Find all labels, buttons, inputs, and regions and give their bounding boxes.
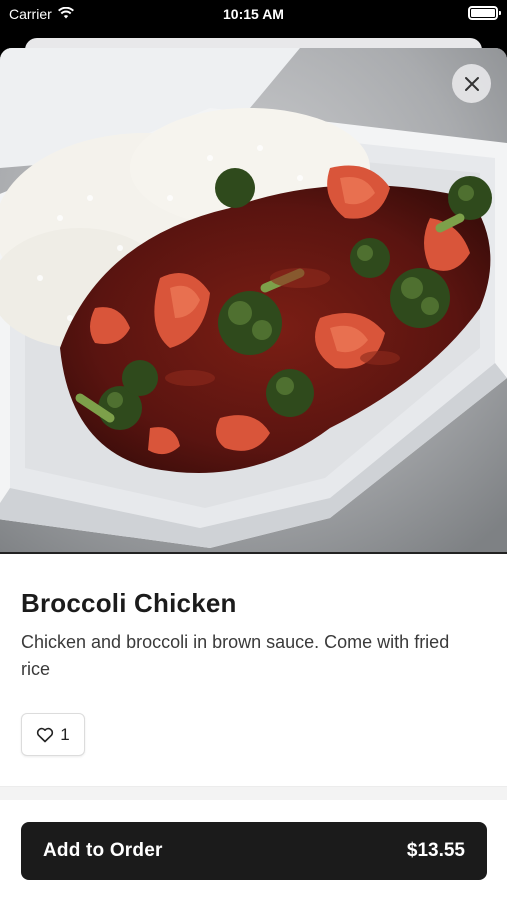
like-button[interactable]: 1 — [21, 713, 85, 756]
order-footer: Add to Order $13.55 — [0, 800, 507, 900]
close-button[interactable] — [452, 64, 491, 103]
item-image — [0, 48, 507, 554]
section-divider — [0, 786, 507, 800]
close-icon — [464, 76, 479, 91]
item-price: $13.55 — [406, 840, 465, 861]
item-detail-sheet: Broccoli Chicken Chicken and broccoli in… — [0, 48, 507, 900]
like-count: 1 — [60, 724, 70, 744]
item-title: Broccoli Chicken — [21, 588, 237, 618]
add-to-order-label: Add to Order — [43, 840, 163, 861]
add-to-order-button[interactable]: Add to Order $13.55 — [21, 822, 487, 880]
heart-icon — [37, 727, 54, 742]
status-bar: Carrier 10:15 AM — [0, 0, 507, 30]
item-description: Chicken and broccoli in brown sauce. Com… — [21, 632, 450, 679]
item-details: Broccoli Chicken Chicken and broccoli in… — [0, 556, 507, 756]
battery-icon — [468, 6, 501, 20]
status-time: 10:15 AM — [223, 6, 284, 22]
